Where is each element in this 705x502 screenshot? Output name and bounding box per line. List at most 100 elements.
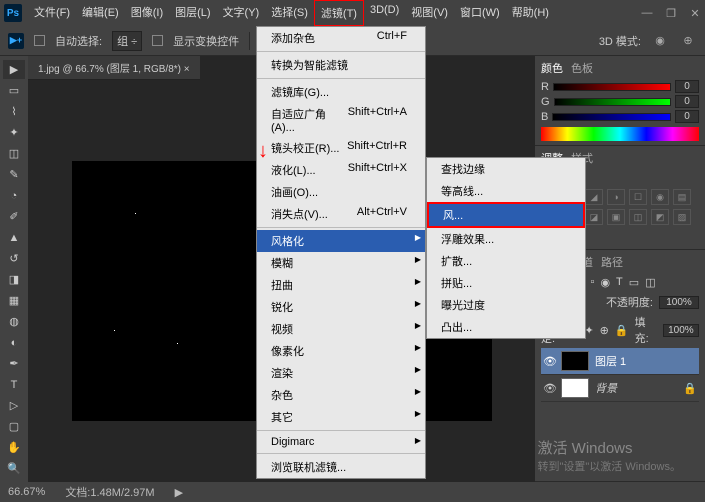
menu-lens-correct[interactable]: 镜头校正(R)...Shift+Ctrl+R (257, 137, 425, 159)
menu-filter[interactable]: 滤镜(T) (314, 0, 364, 26)
menu-extrude[interactable]: 凸出... (427, 316, 585, 338)
menu-vanishing-point[interactable]: 消失点(V)...Alt+Ctrl+V (257, 203, 425, 225)
menu-stylize[interactable]: 风格化 (257, 230, 425, 252)
adj-icon[interactable]: ◉ (651, 189, 669, 205)
menu-browse-online[interactable]: 浏览联机滤镜... (257, 456, 425, 478)
auto-select-checkbox[interactable] (34, 35, 45, 46)
lock-icon[interactable]: ⊕ (600, 324, 609, 337)
visibility-icon[interactable]: 👁 (543, 382, 555, 395)
filter-icon[interactable]: ▫ (591, 276, 595, 288)
menu-digimarc[interactable]: Digimarc (257, 433, 425, 451)
g-value[interactable]: 0 (675, 95, 699, 108)
menu-find-edges[interactable]: 查找边缘 (427, 158, 585, 180)
adj-icon[interactable]: ◫ (629, 209, 647, 225)
lasso-tool[interactable]: ⌇ (3, 102, 25, 121)
adj-icon[interactable]: ▣ (607, 209, 625, 225)
zoom-tool[interactable]: 🔍 (3, 459, 25, 478)
color-tab[interactable]: 颜色 (541, 60, 563, 76)
menu-oil-paint[interactable]: 油画(O)... (257, 181, 425, 203)
adj-icon[interactable]: ◪ (585, 209, 603, 225)
g-slider[interactable] (554, 98, 671, 106)
menu-liquify[interactable]: 液化(L)...Shift+Ctrl+X (257, 159, 425, 181)
filter-icon[interactable]: T (616, 276, 623, 288)
eraser-tool[interactable]: ◨ (3, 270, 25, 289)
filter-icon[interactable]: ◫ (645, 276, 655, 289)
3d-icon[interactable]: ⊕ (679, 32, 697, 50)
menu-contour[interactable]: 等高线... (427, 180, 585, 202)
paths-tab[interactable]: 路径 (601, 254, 623, 270)
adj-icon[interactable]: ◑ (607, 189, 625, 205)
layer-row[interactable]: 👁图层 1 (541, 348, 699, 375)
opacity-value[interactable]: 100% (659, 296, 699, 309)
menu-sharpen[interactable]: 锐化 (257, 296, 425, 318)
wand-tool[interactable]: ✦ (3, 123, 25, 142)
menu-edit[interactable]: 编辑(E) (76, 0, 125, 26)
menu-distort[interactable]: 扭曲 (257, 274, 425, 296)
adj-icon[interactable]: ◩ (651, 209, 669, 225)
menu-help[interactable]: 帮助(H) (506, 0, 555, 26)
fill-value[interactable]: 100% (663, 324, 699, 337)
menu-video[interactable]: 视频 (257, 318, 425, 340)
menu-render[interactable]: 渲染 (257, 362, 425, 384)
maximize-icon[interactable]: ❐ (665, 7, 677, 20)
menu-solarize[interactable]: 曝光过度 (427, 294, 585, 316)
3d-icon[interactable]: ◉ (651, 32, 669, 50)
r-slider[interactable] (553, 83, 671, 91)
move-tool[interactable]: ▶ (3, 60, 25, 79)
menu-3d[interactable]: 3D(D) (364, 0, 405, 26)
menu-noise[interactable]: 杂色 (257, 384, 425, 406)
b-value[interactable]: 0 (675, 110, 699, 123)
menu-wind[interactable]: 风... (427, 202, 585, 228)
show-transform-checkbox[interactable] (152, 35, 163, 46)
menu-tiles[interactable]: 拼贴... (427, 272, 585, 294)
move-tool-icon[interactable]: ▶+ (8, 33, 24, 49)
visibility-icon[interactable]: 👁 (543, 355, 555, 368)
menu-layer[interactable]: 图层(L) (169, 0, 216, 26)
brush-tool[interactable]: ✐ (3, 207, 25, 226)
auto-select-target[interactable]: 组 ÷ (112, 31, 142, 51)
menu-filter-gallery[interactable]: 滤镜库(G)... (257, 81, 425, 103)
pen-tool[interactable]: ✒ (3, 354, 25, 373)
menu-blur[interactable]: 模糊 (257, 252, 425, 274)
filter-icon[interactable]: ◉ (600, 276, 610, 289)
menu-smart-filter[interactable]: 转换为智能滤镜 (257, 54, 425, 76)
zoom-level[interactable]: 66.67% (8, 486, 45, 498)
history-brush-tool[interactable]: ↺ (3, 249, 25, 268)
r-value[interactable]: 0 (675, 80, 699, 93)
menu-image[interactable]: 图像(I) (125, 0, 169, 26)
menu-emboss[interactable]: 浮雕效果... (427, 228, 585, 250)
menu-select[interactable]: 选择(S) (265, 0, 314, 26)
adj-icon[interactable]: ◢ (585, 189, 603, 205)
marquee-tool[interactable]: ▭ (3, 81, 25, 100)
spectrum[interactable] (541, 127, 699, 141)
dodge-tool[interactable]: ◐ (3, 333, 25, 352)
layer-row[interactable]: 👁背景🔒 (541, 375, 699, 402)
blur-tool[interactable]: ◍ (3, 312, 25, 331)
lock-icon[interactable]: 🔒 (615, 324, 629, 337)
menu-adaptive-wide[interactable]: 自适应广角(A)...Shift+Ctrl+A (257, 103, 425, 137)
filter-icon[interactable]: ▭ (629, 276, 639, 289)
minimize-icon[interactable]: — (641, 7, 653, 20)
gradient-tool[interactable]: ▦ (3, 291, 25, 310)
path-tool[interactable]: ▷ (3, 396, 25, 415)
menu-type[interactable]: 文字(Y) (217, 0, 266, 26)
b-slider[interactable] (552, 113, 671, 121)
menu-other[interactable]: 其它 (257, 406, 425, 428)
doc-size[interactable]: 文档:1.48M/2.97M (65, 484, 154, 500)
document-tab[interactable]: 1.jpg @ 66.7% (图层 1, RGB/8*) × (28, 56, 200, 80)
shape-tool[interactable]: ▢ (3, 417, 25, 436)
adj-icon[interactable]: ☐ (629, 189, 647, 205)
menu-file[interactable]: 文件(F) (28, 0, 76, 26)
crop-tool[interactable]: ◫ (3, 144, 25, 163)
menu-pixelate[interactable]: 像素化 (257, 340, 425, 362)
menu-repeat-filter[interactable]: 添加杂色Ctrl+F (257, 27, 425, 49)
swatch-tab[interactable]: 色板 (571, 60, 593, 76)
menu-window[interactable]: 窗口(W) (454, 0, 506, 26)
eyedropper-tool[interactable]: ✎ (3, 165, 25, 184)
type-tool[interactable]: T (3, 375, 25, 394)
adj-icon[interactable]: ▤ (673, 189, 691, 205)
adj-icon[interactable]: ▨ (673, 209, 691, 225)
menu-view[interactable]: 视图(V) (405, 0, 454, 26)
stamp-tool[interactable]: ▲ (3, 228, 25, 247)
close-icon[interactable]: ✕ (689, 7, 701, 20)
